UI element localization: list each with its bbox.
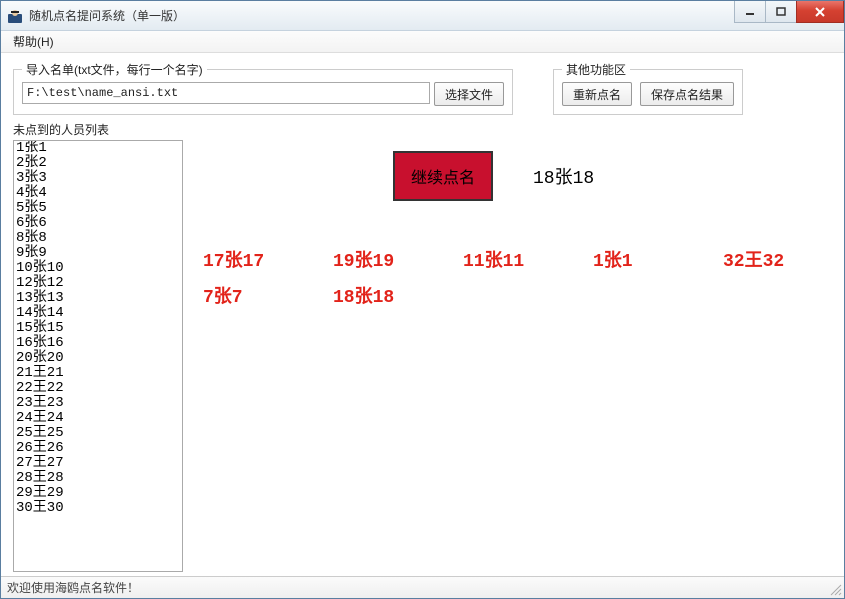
list-item[interactable]: 27王27 [14, 456, 182, 471]
list-item[interactable]: 5张5 [14, 201, 182, 216]
continue-call-button[interactable]: 继续点名 [393, 151, 493, 201]
other-group: 其他功能区 重新点名 保存点名结果 [553, 61, 743, 115]
list-item[interactable]: 3张3 [14, 171, 182, 186]
import-group: 导入名单(txt文件，每行一个名字) 选择文件 [13, 61, 513, 115]
right-column: 继续点名 18张18 17张1719张1911张111张132王327张718张… [183, 121, 832, 572]
list-item[interactable]: 15张15 [14, 321, 182, 336]
list-item[interactable]: 25王25 [14, 426, 182, 441]
restart-button[interactable]: 重新点名 [562, 82, 632, 106]
list-item[interactable]: 2张2 [14, 156, 182, 171]
left-column: 未点到的人员列表 1张12张23张34张45张56张68张89张910张1012… [13, 121, 183, 572]
menubar: 帮助(H) [1, 31, 844, 53]
list-item[interactable]: 29王29 [14, 486, 182, 501]
window-controls [735, 1, 844, 23]
called-item: 1张1 [593, 246, 723, 272]
called-grid: 17张1719张1911张111张132王327张718张18 [203, 246, 832, 308]
list-item[interactable]: 1张1 [14, 141, 182, 156]
list-item[interactable]: 26王26 [14, 441, 182, 456]
resize-grip[interactable] [828, 582, 842, 596]
list-item[interactable]: 24王24 [14, 411, 182, 426]
list-item[interactable]: 9张9 [14, 246, 182, 261]
list-item[interactable]: 6张6 [14, 216, 182, 231]
minimize-button[interactable] [734, 1, 766, 23]
list-item[interactable]: 23王23 [14, 396, 182, 411]
status-text: 欢迎使用海鸥点名软件！ [7, 579, 139, 596]
app-window: 随机点名提问系统（单一版） 帮助(H) 导入名单(txt文件，每行一个名字) 选… [0, 0, 845, 599]
top-row: 导入名单(txt文件，每行一个名字) 选择文件 其他功能区 重新点名 保存点名结… [13, 61, 832, 115]
called-item: 17张17 [203, 246, 333, 272]
list-item[interactable]: 21王21 [14, 366, 182, 381]
app-icon [7, 8, 23, 24]
listbox-label: 未点到的人员列表 [13, 121, 183, 138]
list-item[interactable]: 30王30 [14, 501, 182, 516]
titlebar: 随机点名提问系统（单一版） [1, 1, 844, 31]
list-item[interactable]: 8张8 [14, 231, 182, 246]
list-item[interactable]: 10张10 [14, 261, 182, 276]
import-legend: 导入名单(txt文件，每行一个名字) [22, 61, 207, 78]
list-item[interactable]: 4张4 [14, 186, 182, 201]
list-item[interactable]: 28王28 [14, 471, 182, 486]
main-row: 未点到的人员列表 1张12张23张34张45张56张68张89张910张1012… [13, 121, 832, 572]
called-item: 7张7 [203, 282, 333, 308]
list-item[interactable]: 13张13 [14, 291, 182, 306]
close-button[interactable] [796, 1, 844, 23]
window-title: 随机点名提问系统（单一版） [29, 7, 185, 24]
maximize-button[interactable] [765, 1, 797, 23]
file-path-input[interactable] [22, 82, 430, 104]
other-legend: 其他功能区 [562, 61, 630, 78]
called-item: 11张11 [463, 246, 593, 272]
menu-help[interactable]: 帮助(H) [7, 31, 60, 52]
list-item[interactable]: 14张14 [14, 306, 182, 321]
called-item: 32王32 [723, 246, 845, 272]
current-name-display: 18张18 [533, 163, 594, 189]
list-item[interactable]: 22王22 [14, 381, 182, 396]
called-item: 19张19 [333, 246, 463, 272]
uncalled-listbox[interactable]: 1张12张23张34张45张56张68张89张910张1012张1213张131… [14, 141, 182, 571]
list-item[interactable]: 16张16 [14, 336, 182, 351]
choose-file-button[interactable]: 选择文件 [434, 82, 504, 106]
list-item[interactable]: 12张12 [14, 276, 182, 291]
listbox-wrap: 1张12张23张34张45张56张68张89张910张1012张1213张131… [13, 140, 183, 572]
statusbar: 欢迎使用海鸥点名软件！ [1, 576, 844, 598]
content-area: 导入名单(txt文件，每行一个名字) 选择文件 其他功能区 重新点名 保存点名结… [1, 53, 844, 576]
save-result-button[interactable]: 保存点名结果 [640, 82, 734, 106]
list-item[interactable]: 20张20 [14, 351, 182, 366]
called-item: 18张18 [333, 282, 463, 308]
